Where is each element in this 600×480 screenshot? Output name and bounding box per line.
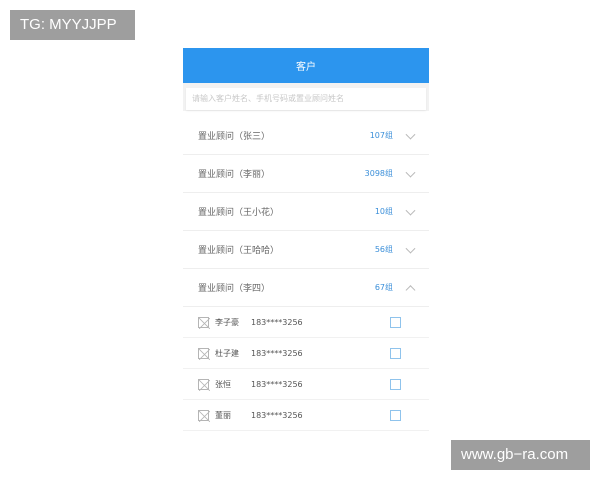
customer-select-checkbox[interactable]	[390, 378, 401, 390]
advisor-group-row[interactable]: 置业顾问（李丽） 3098组	[183, 155, 429, 193]
customer-row[interactable]: 董丽 183****3256	[183, 400, 429, 431]
advisor-group-row-expanded[interactable]: 置业顾问（李四） 67组	[183, 269, 429, 307]
advisor-group-count: 56组	[374, 245, 393, 254]
customer-name: 董丽	[215, 410, 231, 420]
advisor-group-row[interactable]: 置业顾问（王小花） 10组	[183, 193, 429, 231]
page-title: 客户	[296, 62, 316, 73]
image-placeholder-icon	[198, 347, 210, 360]
customer-phone: 183****3256	[251, 317, 303, 327]
advisor-group-row[interactable]: 置业顾问（张三） 107组	[183, 117, 429, 155]
title-bar: 客户	[183, 48, 429, 83]
search-bar	[183, 83, 429, 111]
customer-row[interactable]: 张恒 183****3256	[183, 369, 429, 400]
advisor-group-count: 10组	[374, 207, 393, 216]
advisor-group-name: 置业顾问（李丽）	[198, 170, 271, 180]
customer-row[interactable]: 李子豪 183****3256	[183, 307, 429, 338]
advisor-group-list: 置业顾问（张三） 107组 置业顾问（李丽） 3098组 置业顾问（王小花） 1…	[183, 117, 429, 431]
watermark-top-left: TG: MYYJJPP	[10, 10, 135, 40]
customer-select-checkbox[interactable]	[390, 409, 401, 421]
advisor-group-name: 置业顾问（王哈哈）	[198, 246, 280, 256]
image-placeholder-icon	[198, 316, 210, 329]
search-input[interactable]	[186, 88, 426, 110]
advisor-group-count: 3098组	[364, 169, 393, 178]
customer-select-checkbox[interactable]	[390, 316, 401, 328]
customer-phone: 183****3256	[251, 410, 303, 420]
customer-phone: 183****3256	[251, 379, 303, 389]
advisor-group-count: 67组	[374, 283, 393, 292]
customer-phone: 183****3256	[251, 348, 303, 358]
customer-screen: 客户 置业顾问（张三） 107组 置业顾问（李丽） 3098组 置业顾问（王小花…	[183, 48, 429, 431]
customer-name: 张恒	[215, 379, 231, 389]
customer-row[interactable]: 杜子建 183****3256	[183, 338, 429, 369]
watermark-bottom-right: www.gb−ra.com	[451, 440, 590, 470]
advisor-group-name: 置业顾问（王小花）	[198, 208, 280, 218]
advisor-group-name: 置业顾问（张三）	[198, 132, 271, 142]
customer-name: 李子豪	[215, 317, 239, 327]
image-placeholder-icon	[198, 409, 210, 422]
advisor-group-name: 置业顾问（李四）	[198, 284, 271, 294]
customer-name: 杜子建	[215, 348, 239, 358]
image-placeholder-icon	[198, 378, 210, 391]
advisor-group-row[interactable]: 置业顾问（王哈哈） 56组	[183, 231, 429, 269]
customer-select-checkbox[interactable]	[390, 347, 401, 359]
advisor-group-count: 107组	[369, 131, 393, 140]
